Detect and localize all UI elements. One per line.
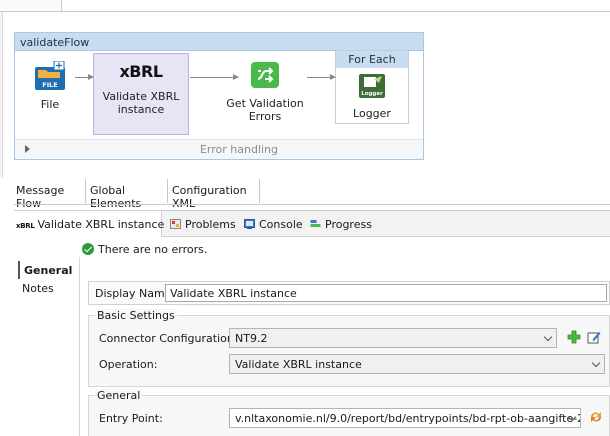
- tab-validate-label: Validate XBRL instance: [37, 218, 165, 231]
- flow-body: FILE File xBRL Validate XBRL instance Ge…: [15, 50, 423, 139]
- side-nav-general[interactable]: General: [18, 261, 80, 279]
- file-folder-icon: FILE: [35, 60, 65, 90]
- operation-value: Validate XBRL instance: [235, 358, 362, 371]
- validate-xbrl-node[interactable]: xBRL Validate XBRL instance: [93, 53, 189, 135]
- validation-status: There are no errors.: [82, 243, 207, 256]
- logger-icon-text: Logger: [361, 91, 383, 97]
- flow-arrow: [307, 74, 336, 80]
- file-node-label: File: [40, 98, 60, 111]
- check-circle-icon: [82, 243, 94, 255]
- get-validation-errors-node[interactable]: Get Validation Errors: [223, 61, 307, 123]
- transform-arrows-icon: [251, 62, 279, 88]
- canvas-left-edge: [0, 12, 3, 178]
- operation-label: Operation:: [99, 358, 158, 371]
- for-each-scope[interactable]: For Each Logger Logger: [335, 50, 409, 124]
- file-icon-text: FILE: [42, 81, 57, 89]
- tab-message-flow[interactable]: Message Flow: [14, 179, 86, 210]
- tab-progress-label: Progress: [325, 218, 372, 231]
- tab-progress[interactable]: Progress: [306, 211, 376, 237]
- error-handling-section[interactable]: Error handling: [15, 139, 423, 159]
- chevron-down-icon: [543, 332, 553, 342]
- get-validation-label-2: Errors: [248, 110, 282, 123]
- entry-point-label: Entry Point:: [99, 412, 163, 425]
- connector-config-select[interactable]: NT9.2: [229, 328, 557, 348]
- general-group: General Entry Point: v.nltaxonomie.nl/9.…: [88, 389, 610, 436]
- entry-point-value: v.nltaxonomie.nl/9.0/report/bd/entrypoin…: [235, 412, 580, 425]
- tab-console-label: Console: [259, 218, 303, 231]
- file-node[interactable]: FILE File: [27, 60, 73, 111]
- logger-icon: Logger: [359, 74, 385, 98]
- basic-settings-title: Basic Settings: [95, 309, 177, 322]
- xbrl-logo-icon: xBRL: [119, 62, 163, 81]
- problems-icon: [170, 219, 181, 229]
- tab-validate-xbrl-instance[interactable]: xBRLValidate XBRL instance×: [14, 211, 179, 237]
- basic-settings-group: Basic Settings Connector Configuration: …: [88, 309, 610, 387]
- display-name-input[interactable]: [165, 284, 607, 302]
- side-nav-notes[interactable]: Notes: [18, 279, 80, 297]
- tab-configuration-xml[interactable]: Configuration XML: [168, 179, 260, 210]
- flow-canvas: validateFlow FILE File xBRL Validate XBR…: [0, 0, 610, 178]
- properties-form: Display Name: Basic Settings Connector C…: [82, 275, 610, 436]
- operation-select[interactable]: Validate XBRL instance: [229, 354, 605, 374]
- tab-global-elements[interactable]: Global Elements: [86, 179, 168, 210]
- view-tab-bar: xBRLValidate XBRL instance× Problems Con…: [14, 211, 610, 237]
- connector-config-value: NT9.2: [235, 332, 268, 345]
- xbrl-small-icon: xBRL: [16, 222, 35, 230]
- entry-point-select[interactable]: v.nltaxonomie.nl/9.0/report/bd/entrypoin…: [229, 408, 581, 428]
- browse-icon[interactable]: [589, 410, 603, 424]
- tab-problems[interactable]: Problems: [166, 211, 240, 237]
- connector-config-label: Connector Configuration:: [99, 332, 238, 345]
- canvas-tab-stub: [0, 0, 62, 12]
- validate-flow-container[interactable]: validateFlow FILE File xBRL Validate XBR…: [14, 32, 424, 160]
- tab-problems-label: Problems: [185, 218, 236, 231]
- display-name-label: Display Name:: [95, 287, 176, 300]
- canvas-divider: [62, 11, 610, 12]
- validate-xbrl-label-1: Validate XBRL: [102, 90, 180, 103]
- logger-node[interactable]: Logger Logger: [336, 73, 408, 120]
- general-group-title: General: [95, 389, 143, 402]
- flow-title: validateFlow: [15, 33, 423, 51]
- properties-panel: xBRLValidate XBRL instance× Problems Con…: [14, 210, 610, 436]
- properties-side-nav: General Notes: [14, 257, 80, 436]
- editor-tab-divider: [14, 204, 610, 205]
- plus-icon[interactable]: [567, 330, 581, 344]
- validate-xbrl-label-2: instance: [117, 103, 165, 116]
- get-validation-label-1: Get Validation: [226, 97, 304, 110]
- for-each-header: For Each: [336, 51, 408, 68]
- edit-icon[interactable]: [587, 330, 601, 344]
- logger-node-label: Logger: [353, 107, 391, 120]
- status-text: There are no errors.: [98, 243, 208, 256]
- display-name-row: Display Name:: [88, 281, 610, 305]
- error-handling-label: Error handling: [199, 143, 279, 156]
- flow-arrow: [75, 74, 94, 80]
- tab-console[interactable]: Console: [240, 211, 307, 237]
- progress-icon: [310, 220, 321, 227]
- editor-tab-bar: Message Flow Global Elements Configurati…: [14, 179, 264, 210]
- console-icon: [244, 219, 255, 229]
- chevron-down-icon: [591, 358, 601, 368]
